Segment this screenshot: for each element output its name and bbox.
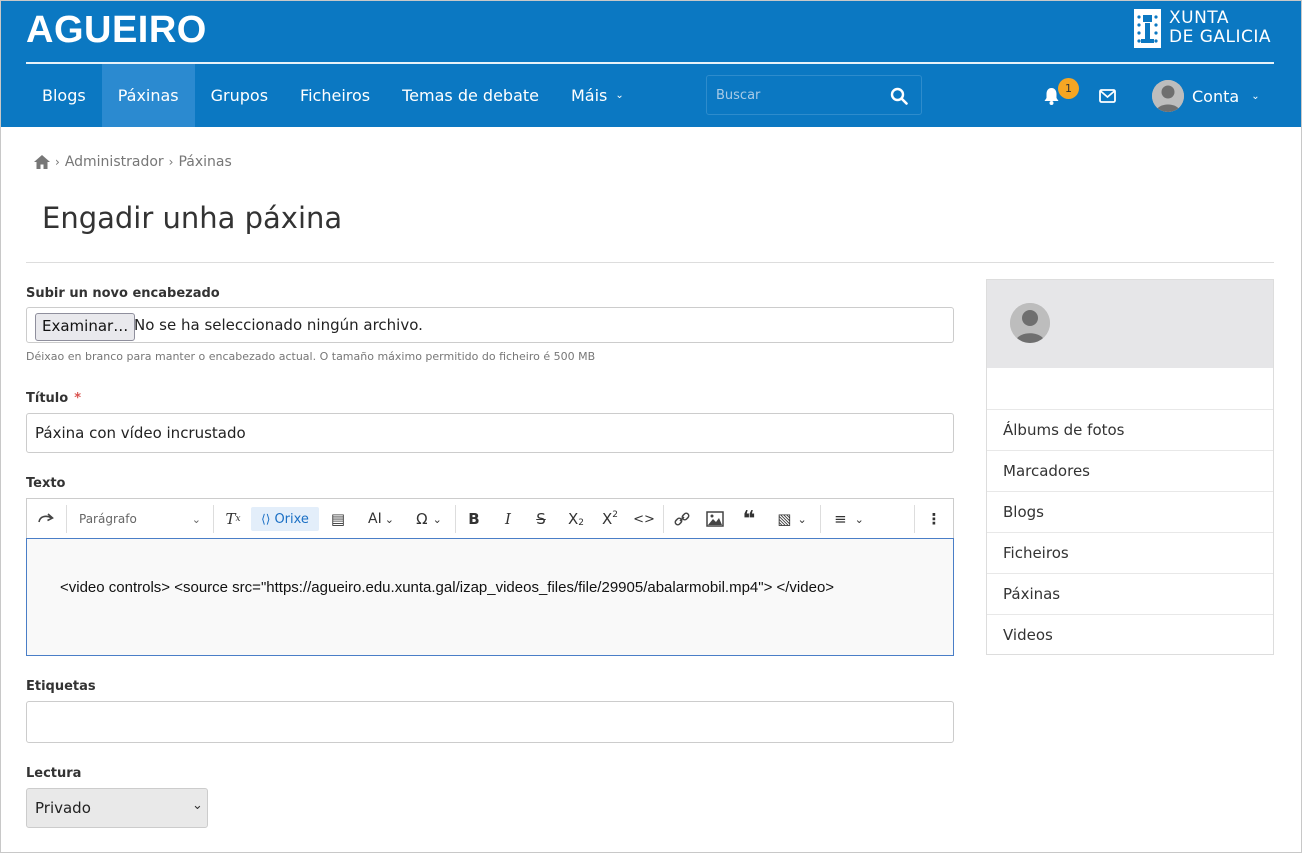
text-align-icon[interactable]: ≡ ⌄ bbox=[830, 507, 868, 531]
home-icon[interactable] bbox=[34, 155, 50, 169]
toolbar-separator bbox=[914, 505, 915, 533]
user-silhouette-icon bbox=[1010, 303, 1050, 343]
source-button-label: Orixe bbox=[274, 511, 309, 527]
source-code-icon: ⟨⟩ bbox=[261, 512, 271, 526]
chevron-down-icon: ⌄ bbox=[1251, 90, 1260, 102]
account-menu[interactable]: Conta ⌄ bbox=[1152, 79, 1260, 113]
page-frame: AGUEIRO XUNTA DE GALICIA Blogs Páxinas G… bbox=[0, 0, 1302, 853]
paragraph-style-label: Parágrafo bbox=[79, 512, 137, 526]
paragraph-style-dropdown[interactable]: Parágrafo ⌄ bbox=[79, 507, 201, 531]
galicia-crest-icon bbox=[1134, 9, 1161, 48]
owner-sidebar: Álbums de fotos Marcadores Blogs Ficheir… bbox=[986, 279, 1274, 655]
nav-grupos[interactable]: Grupos bbox=[195, 64, 284, 127]
xunta-text: XUNTA DE GALICIA bbox=[1169, 9, 1271, 47]
file-status-text: No se ha seleccionado ningún archivo. bbox=[134, 316, 423, 334]
header-upload-label: Subir un novo encabezado bbox=[26, 286, 220, 301]
browse-button[interactable]: Examinar… bbox=[35, 313, 136, 341]
required-mark: * bbox=[74, 391, 81, 406]
more-options-icon[interactable]: ⋮ bbox=[924, 507, 944, 531]
toolbar-separator bbox=[820, 505, 821, 533]
xunta-line-1: XUNTA bbox=[1169, 8, 1229, 28]
top-bar: AGUEIRO XUNTA DE GALICIA Blogs Páxinas G… bbox=[1, 1, 1301, 127]
title-label-text: Título bbox=[26, 391, 69, 406]
page-title: Engadir unha páxina bbox=[42, 201, 343, 235]
redo-icon[interactable] bbox=[37, 507, 55, 531]
title-label: Título * bbox=[26, 391, 81, 406]
nav-mais-label: Máis bbox=[570, 86, 608, 105]
toolbar-separator bbox=[663, 505, 664, 533]
text-label: Texto bbox=[26, 476, 66, 491]
text-editor-area[interactable]: <video controls> <source src="https://ag… bbox=[26, 538, 954, 656]
sidebar-menu: Álbums de fotos Marcadores Blogs Ficheir… bbox=[987, 409, 1273, 655]
breadcrumb-separator: › bbox=[168, 155, 174, 169]
title-input-value: Páxina con vídeo incrustado bbox=[35, 424, 246, 442]
tags-label: Etiquetas bbox=[26, 679, 96, 694]
toolbar-separator bbox=[455, 505, 456, 533]
access-label: Lectura bbox=[26, 766, 82, 781]
sidebar-item-albums[interactable]: Álbums de fotos bbox=[987, 409, 1273, 450]
owner-avatar[interactable] bbox=[1010, 303, 1050, 343]
breadcrumb-separator: › bbox=[55, 155, 60, 169]
remove-format-icon[interactable]: Tx bbox=[223, 507, 243, 531]
main-nav: Blogs Páxinas Grupos Ficheiros Temas de … bbox=[26, 64, 640, 127]
site-title[interactable]: AGUEIRO bbox=[26, 9, 207, 52]
chevron-down-icon: ⌄ bbox=[192, 798, 203, 813]
blockquote-icon[interactable]: ❝ bbox=[739, 507, 759, 532]
nav-temas-de-debate[interactable]: Temas de debate bbox=[386, 64, 555, 127]
access-select[interactable]: Privado ⌄ bbox=[26, 788, 208, 828]
sidebar-owner-header bbox=[987, 280, 1273, 368]
chevron-down-icon: ⌄ bbox=[191, 512, 201, 526]
search-box bbox=[706, 75, 922, 115]
notification-count-badge[interactable]: 1 bbox=[1058, 78, 1079, 99]
source-button[interactable]: ⟨⟩ Orixe bbox=[251, 507, 319, 531]
nav-paxinas[interactable]: Páxinas bbox=[101, 64, 195, 127]
title-divider bbox=[26, 262, 1274, 263]
sidebar-item-marcadores[interactable]: Marcadores bbox=[987, 450, 1273, 491]
sidebar-item-paxinas[interactable]: Páxinas bbox=[987, 573, 1273, 614]
sidebar-item-blogs[interactable]: Blogs bbox=[987, 491, 1273, 532]
sidebar-item-videos[interactable]: Videos bbox=[987, 614, 1273, 655]
access-selected-value: Privado bbox=[35, 799, 91, 817]
account-label: Conta bbox=[1192, 86, 1240, 106]
title-input[interactable]: Páxina con vídeo incrustado bbox=[26, 413, 954, 453]
messages-mail-icon[interactable] bbox=[1099, 89, 1116, 103]
special-characters-icon[interactable]: Ω ⌄ bbox=[409, 507, 449, 531]
user-avatar bbox=[1152, 80, 1184, 112]
search-icon[interactable] bbox=[890, 87, 908, 105]
nav-ficheiros[interactable]: Ficheiros bbox=[284, 64, 386, 127]
bold-icon[interactable]: B bbox=[464, 507, 484, 531]
breadcrumb-administrador[interactable]: Administrador bbox=[65, 154, 164, 170]
tags-input[interactable] bbox=[26, 701, 954, 743]
editor-toolbar: Parágrafo ⌄ Tx ⟨⟩ Orixe ▤ AI ⌄ Ω ⌄ B I S X2… bbox=[26, 498, 954, 538]
editor-content: <video controls> <source src="https://ag… bbox=[60, 579, 835, 596]
link-icon[interactable] bbox=[672, 507, 692, 531]
sidebar-item-ficheiros[interactable]: Ficheiros bbox=[987, 532, 1273, 573]
nav-blogs[interactable]: Blogs bbox=[26, 64, 102, 127]
code-icon[interactable]: <> bbox=[633, 507, 655, 531]
header-file-input[interactable]: Examinar… No se ha seleccionado ningún a… bbox=[26, 307, 954, 343]
show-blocks-icon[interactable]: ▤ bbox=[327, 507, 349, 531]
image-icon[interactable] bbox=[705, 507, 725, 531]
nav-mais[interactable]: Máis ⌄ bbox=[555, 64, 640, 127]
insert-template-icon[interactable]: ▧ ⌄ bbox=[772, 507, 812, 531]
user-silhouette-icon bbox=[1152, 80, 1184, 112]
header-upload-help: Déixao en branco para manter o encabezad… bbox=[26, 350, 596, 363]
toolbar-separator bbox=[66, 505, 67, 533]
subscript-icon[interactable]: X2 bbox=[564, 507, 588, 531]
breadcrumb: › Administrador › Páxinas bbox=[34, 154, 232, 170]
strikethrough-icon[interactable]: S bbox=[531, 507, 551, 531]
xunta-logo[interactable]: XUNTA DE GALICIA bbox=[1134, 9, 1274, 49]
font-size-icon[interactable]: AI ⌄ bbox=[361, 507, 401, 531]
xunta-line-2: DE GALICIA bbox=[1169, 27, 1272, 47]
search-input[interactable] bbox=[707, 76, 895, 114]
italic-icon[interactable]: I bbox=[498, 507, 518, 531]
breadcrumb-paxinas[interactable]: Páxinas bbox=[178, 154, 231, 170]
chevron-down-icon: ⌄ bbox=[615, 90, 624, 101]
toolbar-separator bbox=[213, 505, 214, 533]
superscript-icon[interactable]: X2 bbox=[598, 507, 622, 531]
